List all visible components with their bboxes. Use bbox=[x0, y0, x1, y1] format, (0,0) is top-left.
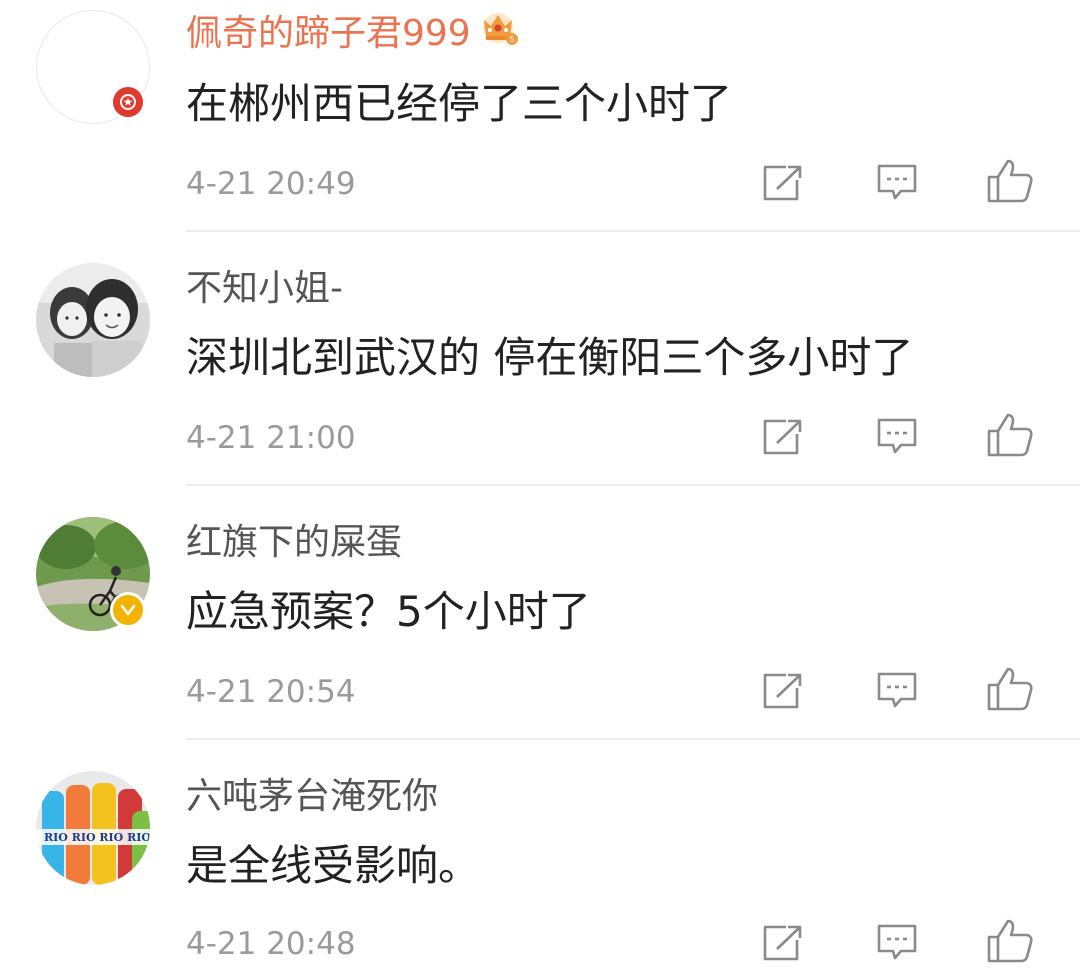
share-box-icon bbox=[763, 419, 802, 455]
verified-badge-icon bbox=[110, 84, 146, 120]
timestamp: 4-21 20:49 bbox=[186, 166, 356, 202]
thumbs-up-icon bbox=[987, 919, 1033, 963]
comment-text: 深圳北到武汉的 停在衡阳三个多小时了 bbox=[186, 333, 914, 382]
username[interactable]: 佩奇的蹄子君999 5 bbox=[186, 12, 519, 57]
repost-button[interactable] bbox=[758, 412, 808, 462]
comment-text: 应急预案？5个小时了 bbox=[186, 587, 591, 636]
comment-icon bbox=[877, 924, 917, 960]
like-button[interactable] bbox=[985, 664, 1035, 714]
like-button[interactable] bbox=[985, 156, 1035, 206]
timestamp: 4-21 20:48 bbox=[186, 926, 356, 962]
svg-text:5: 5 bbox=[509, 35, 514, 44]
thumbs-up-icon bbox=[987, 413, 1033, 457]
reply-button[interactable] bbox=[872, 666, 922, 716]
timestamp: 4-21 20:54 bbox=[186, 674, 356, 710]
username[interactable]: 不知小姐- bbox=[186, 267, 343, 311]
username[interactable]: 六吨茅台淹死你 bbox=[186, 775, 438, 819]
thumbs-up-icon bbox=[987, 159, 1033, 203]
comment-text: 在郴州西已经停了三个小时了 bbox=[186, 79, 733, 128]
comment-item: RIO RIO RIO RIO 六吨茅台淹死你 是全线受影响。 4-21 20:… bbox=[0, 740, 1080, 963]
crown-icon: 5 bbox=[477, 6, 519, 57]
share-box-icon bbox=[763, 673, 802, 709]
username-text: 佩奇的蹄子君999 bbox=[186, 13, 471, 54]
share-box-icon bbox=[763, 165, 802, 201]
repost-button[interactable] bbox=[758, 666, 808, 716]
avatar[interactable]: RIO RIO RIO RIO bbox=[36, 771, 150, 885]
comment-icon bbox=[877, 672, 917, 708]
avatar[interactable] bbox=[36, 263, 150, 377]
comment-icon bbox=[877, 418, 917, 454]
share-box-icon bbox=[763, 925, 802, 961]
like-button[interactable] bbox=[985, 916, 1035, 966]
thumbs-up-icon bbox=[987, 667, 1033, 711]
comment-icon bbox=[877, 164, 917, 200]
reply-button[interactable] bbox=[872, 412, 922, 462]
verified-badge-icon bbox=[110, 592, 146, 628]
username[interactable]: 红旗下的屎蛋 bbox=[186, 521, 402, 565]
repost-button[interactable] bbox=[758, 158, 808, 208]
comment-text: 是全线受影响。 bbox=[186, 841, 481, 890]
timestamp: 4-21 21:00 bbox=[186, 420, 356, 456]
like-button[interactable] bbox=[985, 410, 1035, 460]
svg-text:RIO RIO RIO RIO: RIO RIO RIO RIO bbox=[44, 831, 150, 844]
comment-item: 不知小姐- 深圳北到武汉的 停在衡阳三个多小时了 4-21 21:00 bbox=[0, 232, 1080, 486]
reply-button[interactable] bbox=[872, 158, 922, 208]
comment-item: 佩奇的蹄子君999 5 在郴州西已经停了三个小时了 4-21 20:49 bbox=[0, 0, 1080, 232]
comment-item: 红旗下的屎蛋 应急预案？5个小时了 4-21 20:54 bbox=[0, 486, 1080, 740]
